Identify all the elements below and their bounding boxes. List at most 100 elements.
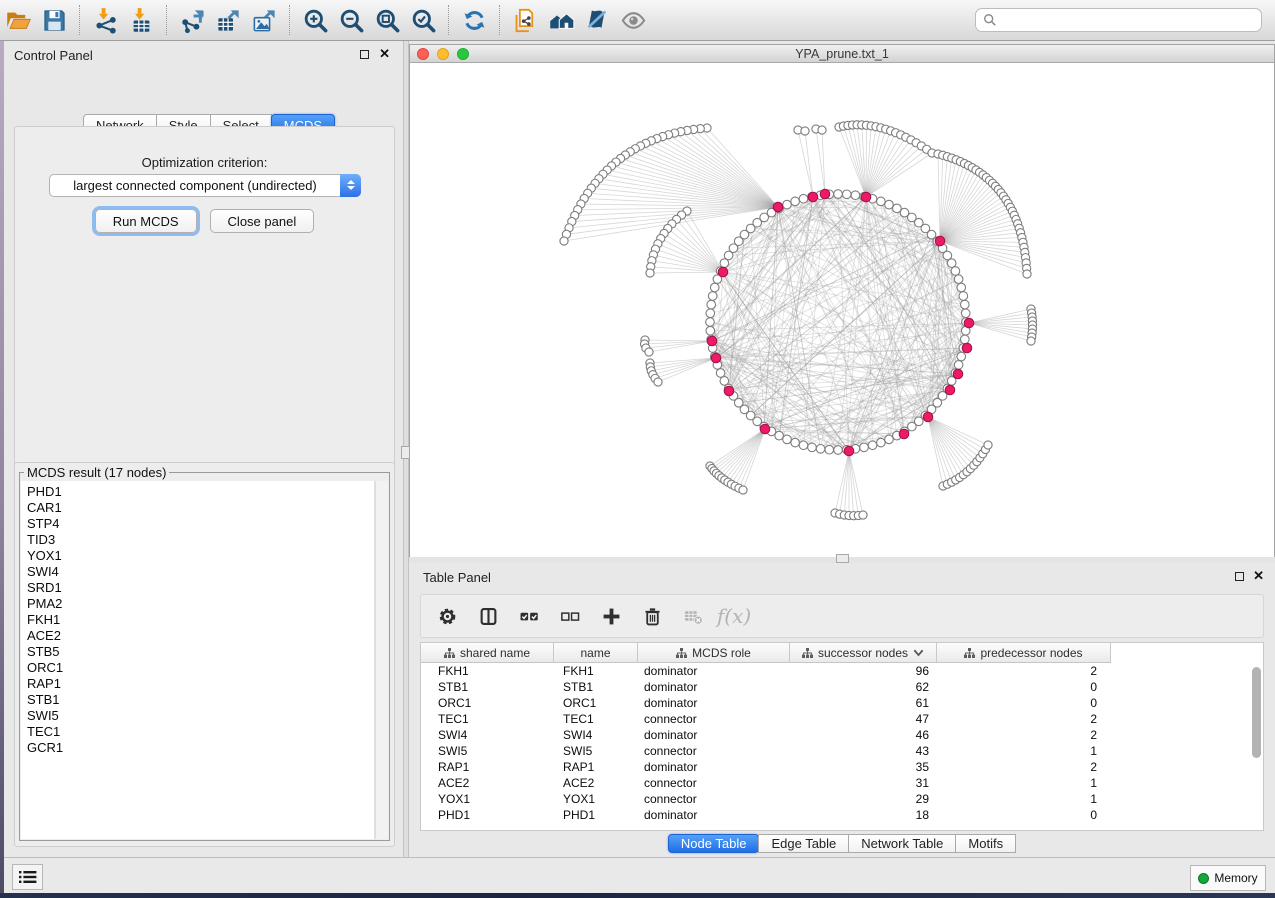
optimization-select[interactable]: largest connected component (undirected) xyxy=(49,174,361,197)
mcds-result-item[interactable]: RAP1 xyxy=(27,676,374,692)
mcds-node[interactable] xyxy=(718,267,728,277)
import-table-button[interactable] xyxy=(123,2,159,38)
ring-node[interactable] xyxy=(816,445,825,454)
ring-node[interactable] xyxy=(716,369,725,378)
leaf-node[interactable] xyxy=(984,441,992,449)
ring-node[interactable] xyxy=(954,361,963,370)
mcds-result-item[interactable]: TID3 xyxy=(27,532,374,548)
ring-node[interactable] xyxy=(834,190,843,199)
leaf-node[interactable] xyxy=(645,348,653,356)
leaf-node[interactable] xyxy=(1027,337,1035,345)
mcds-node[interactable] xyxy=(760,424,770,434)
delete-column-button[interactable] xyxy=(642,606,662,626)
column-header-MCDS-role[interactable]: MCDS role xyxy=(638,643,790,662)
mcds-node[interactable] xyxy=(820,189,830,199)
table-row[interactable]: ACE2ACE2connector311 xyxy=(421,775,1263,791)
ring-node[interactable] xyxy=(706,326,715,335)
mcds-node[interactable] xyxy=(964,318,974,328)
search-input[interactable] xyxy=(997,13,1261,28)
ring-node[interactable] xyxy=(954,275,963,284)
select-all-button[interactable] xyxy=(519,606,539,626)
leaf-node[interactable] xyxy=(859,511,867,519)
add-column-button[interactable] xyxy=(601,606,621,626)
ring-node[interactable] xyxy=(961,335,970,344)
search-box[interactable] xyxy=(975,8,1262,32)
mcds-result-item[interactable]: SRD1 xyxy=(27,580,374,596)
ring-node[interactable] xyxy=(791,197,800,206)
mcds-result-item[interactable]: PHD1 xyxy=(27,484,374,500)
first-neighbors-button[interactable] xyxy=(543,2,579,38)
mcds-result-item[interactable]: YOX1 xyxy=(27,548,374,564)
open-file-button[interactable] xyxy=(0,2,36,38)
mcds-node[interactable] xyxy=(962,343,972,353)
zoom-fit-button[interactable] xyxy=(369,2,405,38)
mcds-result-item[interactable]: ACE2 xyxy=(27,628,374,644)
mcds-result-item[interactable]: FKH1 xyxy=(27,612,374,628)
table-settings-button[interactable] xyxy=(437,606,457,626)
table-row[interactable]: ORC1ORC1dominator610 xyxy=(421,695,1263,711)
mcds-node[interactable] xyxy=(935,236,945,246)
ring-node[interactable] xyxy=(799,441,808,450)
tab-edge-table[interactable]: Edge Table xyxy=(758,834,849,853)
ring-node[interactable] xyxy=(885,200,894,209)
ring-node[interactable] xyxy=(957,352,966,361)
leaf-node[interactable] xyxy=(560,237,568,245)
mcds-node[interactable] xyxy=(923,412,933,422)
refresh-button[interactable] xyxy=(456,2,492,38)
mcds-node[interactable] xyxy=(899,429,909,439)
table-scrollbar-thumb[interactable] xyxy=(1252,667,1261,758)
mcds-node[interactable] xyxy=(711,353,721,363)
ring-node[interactable] xyxy=(947,259,956,268)
float-window-button[interactable] xyxy=(360,50,369,59)
table-row[interactable]: FKH1FKH1dominator962 xyxy=(421,663,1263,679)
show-columns-button[interactable] xyxy=(478,606,498,626)
mcds-node[interactable] xyxy=(953,369,963,379)
network-canvas[interactable] xyxy=(410,63,1274,557)
ring-node[interactable] xyxy=(710,283,719,292)
table-row[interactable]: PHD1PHD1dominator180 xyxy=(421,807,1263,823)
show-hide-button[interactable] xyxy=(615,2,651,38)
ring-node[interactable] xyxy=(791,438,800,447)
leaf-node[interactable] xyxy=(646,269,654,277)
function-builder-button[interactable]: f(x) xyxy=(724,606,744,626)
ring-node[interactable] xyxy=(825,445,834,454)
column-header-shared-name[interactable]: shared name xyxy=(421,643,554,662)
mcds-result-item[interactable]: SWI4 xyxy=(27,564,374,580)
mcds-result-item[interactable]: PMA2 xyxy=(27,596,374,612)
memory-button[interactable]: Memory xyxy=(1190,865,1266,891)
zoom-out-button[interactable] xyxy=(333,2,369,38)
mcds-result-item[interactable]: CAR1 xyxy=(27,500,374,516)
mcds-result-item[interactable]: STP4 xyxy=(27,516,374,532)
style-toggle-button[interactable] xyxy=(579,2,615,38)
ring-node[interactable] xyxy=(877,197,886,206)
mcds-node[interactable] xyxy=(945,385,955,395)
duplicate-network-button[interactable] xyxy=(507,2,543,38)
close-panel-icon[interactable]: ✕ xyxy=(1253,568,1264,584)
ring-node[interactable] xyxy=(707,300,716,309)
table-row[interactable]: YOX1YOX1connector291 xyxy=(421,791,1263,807)
mcds-result-item[interactable]: ORC1 xyxy=(27,660,374,676)
save-session-button[interactable] xyxy=(36,2,72,38)
mcds-result-item[interactable]: GCR1 xyxy=(27,740,374,756)
ring-node[interactable] xyxy=(708,292,717,301)
ring-node[interactable] xyxy=(868,441,877,450)
deselect-all-button[interactable] xyxy=(560,606,580,626)
ring-node[interactable] xyxy=(961,309,970,318)
column-header-successor-nodes[interactable]: successor nodes xyxy=(790,643,937,662)
ring-node[interactable] xyxy=(877,438,886,447)
zoom-selected-button[interactable] xyxy=(405,2,441,38)
zoom-in-button[interactable] xyxy=(297,2,333,38)
mcds-node[interactable] xyxy=(773,202,783,212)
delete-table-button[interactable] xyxy=(683,606,703,626)
leaf-node[interactable] xyxy=(739,486,747,494)
task-history-button[interactable] xyxy=(12,864,43,890)
ring-node[interactable] xyxy=(808,443,817,452)
mcds-node[interactable] xyxy=(844,446,854,456)
ring-node[interactable] xyxy=(961,300,970,309)
ring-node[interactable] xyxy=(720,377,729,386)
ring-node[interactable] xyxy=(783,435,792,444)
ring-node[interactable] xyxy=(959,292,968,301)
network-graph[interactable] xyxy=(410,63,1274,557)
horizontal-splitter-handle[interactable] xyxy=(836,554,849,563)
table-row[interactable]: SWI5SWI5connector431 xyxy=(421,743,1263,759)
